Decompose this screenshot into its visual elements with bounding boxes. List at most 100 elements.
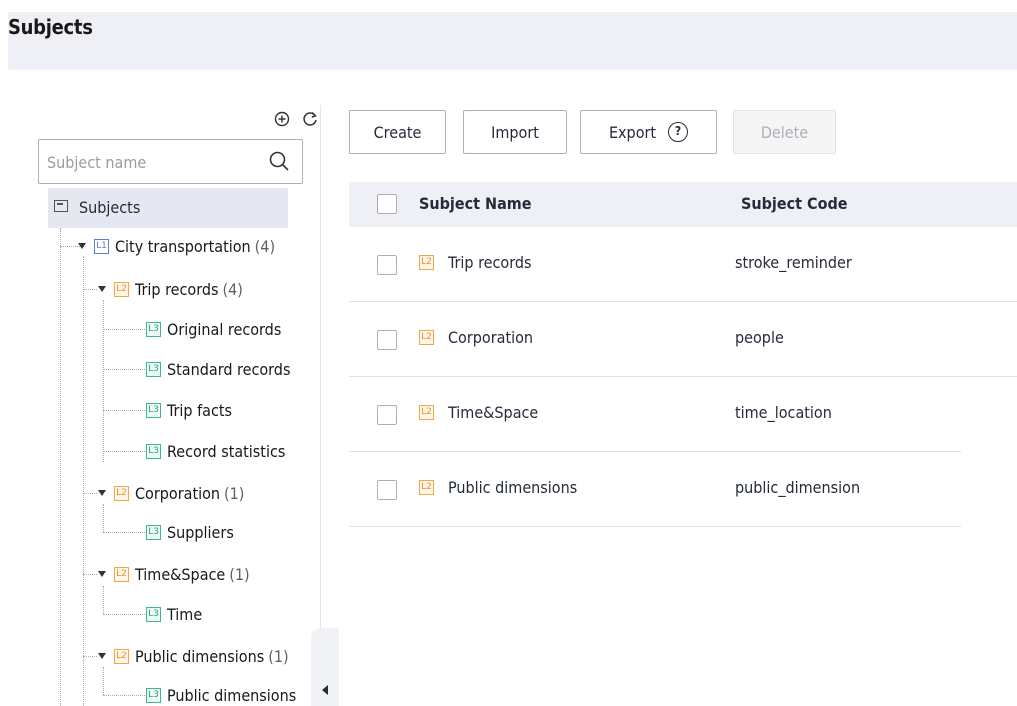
add-circle-icon[interactable] — [274, 109, 290, 129]
tree-node-count: (1) — [224, 483, 245, 503]
subject-code-cell: people — [735, 328, 784, 347]
tree-guide-line — [103, 369, 145, 370]
table-row[interactable]: L2 Time&Space time_location — [349, 377, 961, 452]
subject-code-cell: time_location — [735, 403, 832, 422]
tree-node-trip-records[interactable]: L2 Trip records (4) — [98, 276, 243, 302]
tree-guide-line — [83, 493, 97, 494]
tree-guide-line — [83, 574, 97, 575]
tree-guide-line — [103, 410, 145, 411]
level-badge-icon: L2 — [114, 485, 129, 501]
level-badge-icon: L3 — [146, 606, 161, 622]
tree-node-label: City transportation — [115, 236, 251, 256]
tree-node-label: Public dimensions — [167, 685, 297, 705]
tree-guide-line — [103, 532, 145, 533]
tree-node-time-space[interactable]: L2 Time&Space (1) — [98, 561, 250, 587]
import-button[interactable]: Import — [463, 110, 567, 154]
tree-actions — [274, 109, 318, 129]
tree-guide-line — [103, 329, 145, 330]
tree-node-public-dimensions[interactable]: L2 Public dimensions (1) — [98, 643, 289, 669]
subject-search-box — [38, 139, 303, 184]
subject-name-cell: L2 Public dimensions — [419, 478, 577, 497]
export-button-label: Export — [608, 122, 657, 142]
subject-name-text[interactable]: Trip records — [448, 253, 531, 272]
table-row[interactable]: L2 Trip records stroke_reminder — [349, 227, 1017, 302]
create-button[interactable]: Create — [349, 110, 446, 154]
level-badge-icon: L2 — [419, 255, 434, 270]
level-badge-icon: L3 — [146, 524, 161, 540]
column-header-subject-name[interactable]: Subject Name — [419, 194, 532, 213]
level-badge-icon: L2 — [114, 566, 129, 582]
tree-node-record-statistics[interactable]: L3 Record statistics — [146, 438, 285, 464]
help-icon[interactable]: ? — [668, 122, 689, 142]
level-badge-icon: L2 — [419, 405, 434, 420]
expand-toggle-icon[interactable] — [98, 490, 106, 496]
subject-name-cell: L2 Trip records — [419, 253, 531, 272]
refresh-icon[interactable] — [302, 109, 318, 129]
level-badge-icon: L3 — [146, 361, 161, 377]
tree-node-label: Corporation — [135, 483, 221, 503]
table-row[interactable]: L2 Public dimensions public_dimension — [349, 452, 961, 527]
subject-name-cell: L2 Corporation — [419, 328, 533, 347]
subject-search-input[interactable] — [47, 150, 257, 174]
search-icon[interactable] — [268, 150, 290, 172]
page-header: Subjects — [0, 0, 1017, 70]
expand-toggle-icon[interactable] — [78, 243, 86, 249]
tree-guide-line — [83, 656, 97, 657]
tree-node-standard-records[interactable]: L3 Standard records — [146, 356, 290, 382]
tree-node-public-dimensions-l3[interactable]: L3 Public dimensions — [146, 682, 296, 706]
tree-root-label: Subjects — [79, 198, 141, 217]
tree-node-count: (1) — [229, 564, 250, 584]
tree-node-label: Trip facts — [167, 400, 232, 420]
subject-name-text[interactable]: Time&Space — [448, 403, 538, 422]
tree-guide-line — [103, 667, 104, 695]
tree-node-time[interactable]: L3 Time — [146, 601, 202, 627]
expand-toggle-icon[interactable] — [98, 571, 106, 577]
panel-divider — [320, 105, 321, 706]
level-badge-icon: L2 — [419, 330, 434, 345]
tree-guide-line — [103, 300, 104, 462]
tree-guide-line — [103, 614, 145, 615]
level-badge-icon: L1 — [94, 238, 109, 254]
export-button[interactable]: Export ? — [580, 110, 717, 154]
row-checkbox[interactable] — [377, 330, 397, 350]
tree-guide-line — [60, 228, 61, 706]
tree-node-suppliers[interactable]: L3 Suppliers — [146, 519, 234, 545]
select-all-checkbox[interactable] — [377, 194, 397, 214]
tree-guide-line — [103, 695, 145, 696]
tree-node-label: Suppliers — [167, 522, 234, 542]
subject-name-cell: L2 Time&Space — [419, 403, 538, 422]
tree-guide-line — [83, 289, 97, 290]
tree-node-trip-facts[interactable]: L3 Trip facts — [146, 397, 232, 423]
tree-node-original-records[interactable]: L3 Original records — [146, 316, 281, 342]
tree-node-count: (4) — [222, 279, 243, 299]
level-badge-icon: L2 — [114, 281, 129, 297]
tree-node-label: Record statistics — [167, 441, 286, 461]
tree-guide-line — [103, 451, 145, 452]
tree-node-corporation[interactable]: L2 Corporation (1) — [98, 480, 244, 506]
row-checkbox[interactable] — [377, 480, 397, 500]
delete-button: Delete — [733, 110, 836, 154]
table-header: Subject Name Subject Code — [349, 182, 1017, 227]
row-checkbox[interactable] — [377, 405, 397, 425]
level-badge-icon: L3 — [146, 687, 161, 703]
expand-toggle-icon[interactable] — [98, 286, 106, 292]
subject-name-text[interactable]: Public dimensions — [448, 478, 577, 497]
subject-code-cell: public_dimension — [735, 478, 861, 497]
subject-name-text[interactable]: Corporation — [448, 328, 533, 347]
row-checkbox[interactable] — [377, 255, 397, 275]
tree-guide-line — [103, 586, 104, 614]
folder-icon — [54, 200, 68, 212]
subject-code-cell: stroke_reminder — [735, 253, 852, 272]
page-title: Subjects — [8, 15, 93, 39]
table-row[interactable]: L2 Corporation people — [349, 302, 1017, 377]
collapse-arrow-icon[interactable] — [322, 685, 328, 695]
level-badge-icon: L2 — [114, 648, 129, 664]
tree-node-city-transportation[interactable]: L1 City transportation (4) — [78, 233, 275, 259]
expand-toggle-icon[interactable] — [98, 653, 106, 659]
tree-node-count: (4) — [254, 236, 276, 256]
column-header-subject-code[interactable]: Subject Code — [741, 194, 848, 213]
level-badge-icon: L3 — [146, 443, 161, 459]
tree-root-subjects[interactable]: Subjects — [48, 188, 288, 228]
tree-node-label: Standard records — [167, 359, 291, 379]
tree-node-label: Original records — [167, 319, 282, 339]
